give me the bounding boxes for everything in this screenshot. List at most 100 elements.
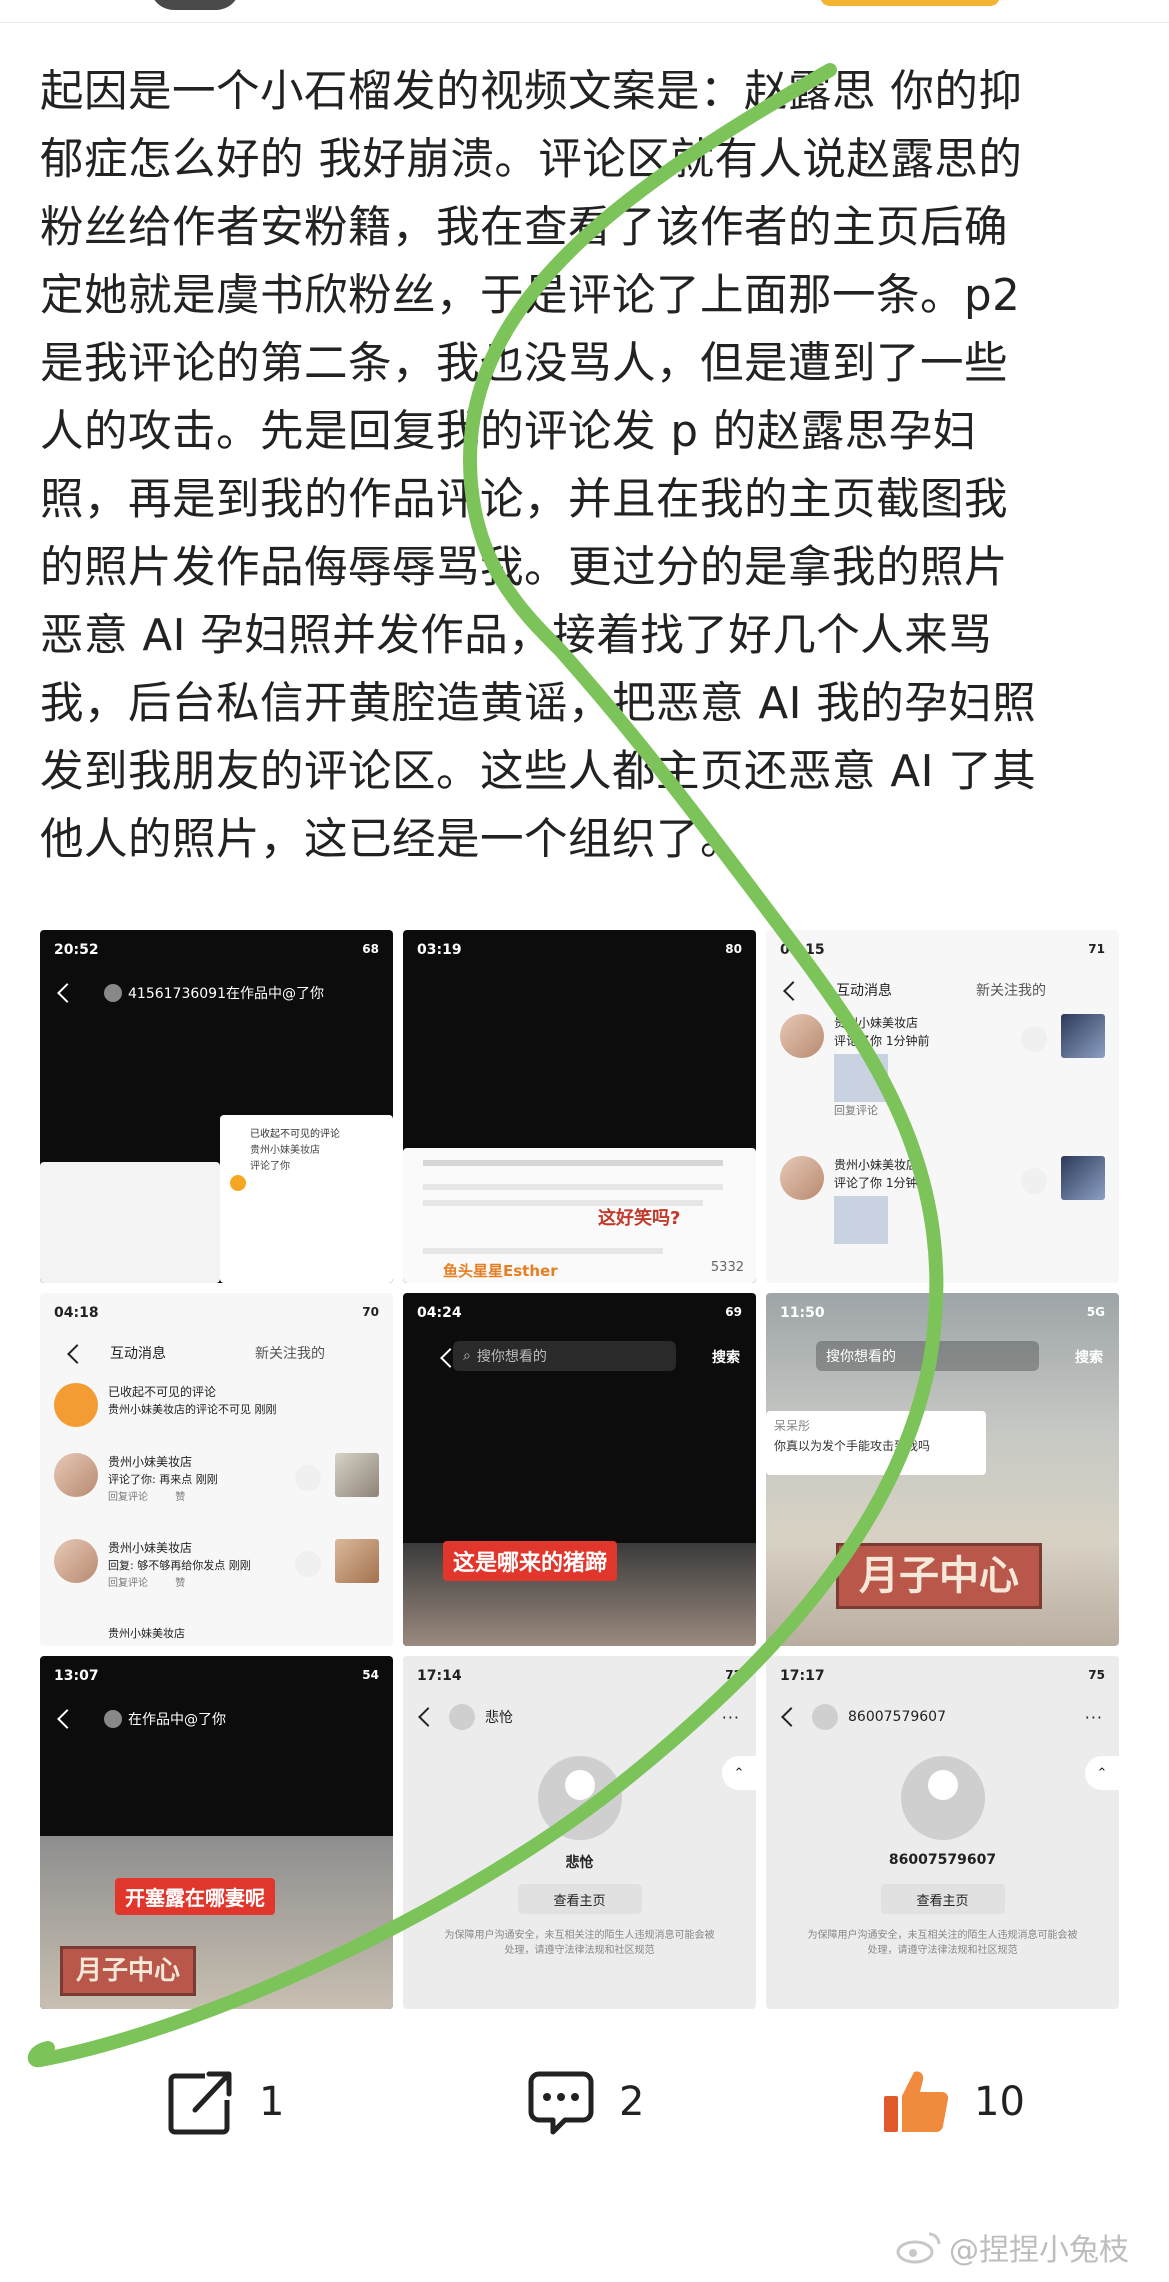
list-item[interactable]: 贵州小妹美妆店 回复: 够不够再给你发点 刚刚 回复评论 赞 (54, 1539, 379, 1609)
collapse-icon[interactable]: ⌃ (722, 1756, 756, 1790)
tab-interactions[interactable]: 互动消息 (110, 1343, 166, 1363)
action-bar: 1 2 10 (0, 2012, 1169, 2162)
safety-note: 为保障用户沟通安全，未互相关注的陌生人违规消息可能会被处理，请遵守法律法规和社区… (444, 1930, 715, 1956)
follow-button[interactable] (820, 0, 1000, 6)
status-battery: 71 (1088, 942, 1105, 956)
video-thumbnail[interactable] (1061, 1156, 1105, 1200)
reply-button[interactable]: 回复评论 (834, 1102, 1035, 1120)
share-button[interactable]: 1 (165, 2067, 284, 2137)
search-icon: ⌕ (463, 1348, 471, 1364)
list-item[interactable]: 贵州小妹美妆店 评论了你 1分钟前 (780, 1156, 1105, 1266)
image-7[interactable]: 13:07 54 在作品中@了你 开塞露在哪妻呢 月子中心 (40, 1656, 393, 2009)
chat-header: 悲怆 (417, 1702, 742, 1732)
status-battery: 75 (1088, 1668, 1105, 1682)
send-icon[interactable] (1021, 1026, 1047, 1052)
comment-image (834, 1196, 888, 1244)
like-button[interactable]: 赞 (175, 1578, 185, 1589)
image-4[interactable]: 04:18 70 互动消息 新关注我的 已收起不可见的评论 贵州小妹美妆店的评论… (40, 1293, 393, 1646)
tab-interactions[interactable]: 互动消息 (836, 980, 892, 1000)
image-8[interactable]: 17:14 72 悲怆 ··· ⌃ 悲怆 查看主页 为保障用户沟通安全，未互相关… (403, 1656, 756, 2009)
commenter-name: 贵州小妹美妆店 (108, 1455, 193, 1469)
status-bar: 17:17 75 (780, 1668, 1105, 1684)
like-count: 5332 (710, 1260, 744, 1275)
status-time: 13:07 (54, 1668, 99, 1684)
comment-body: 评论了你 1分钟前 (834, 1034, 930, 1048)
commenter-name: 贵州小妹美妆店 (834, 1158, 919, 1172)
view-profile-button[interactable]: 查看主页 (880, 1884, 1005, 1914)
sign-text: 月子中心 (836, 1543, 1042, 1609)
avatar (900, 1756, 985, 1840)
video-thumbnail[interactable] (335, 1453, 379, 1497)
more-icon[interactable]: ··· (1085, 1708, 1103, 1727)
video-thumbnail[interactable] (335, 1539, 379, 1583)
search-button[interactable]: 搜索 (1075, 1347, 1103, 1367)
avatar (780, 1014, 824, 1058)
image-1[interactable]: 20:52 68 41561736091在作品中@了你 已收起不可见的评论 贵州… (40, 930, 393, 1283)
folded-title: 已收起不可见的评论 (108, 1385, 217, 1399)
status-battery: 80 (725, 942, 742, 956)
back-icon[interactable] (67, 1344, 87, 1364)
list-item[interactable]: 贵州小妹美妆店 评论了你 1分钟前 回复评论 (780, 1014, 1105, 1134)
like-button[interactable]: 10 (880, 2067, 1025, 2137)
video-thumbnail[interactable] (1061, 1014, 1105, 1058)
send-icon[interactable] (295, 1551, 321, 1577)
share-icon (168, 2071, 232, 2135)
avatar (812, 1704, 838, 1730)
send-icon[interactable] (295, 1465, 321, 1491)
notification-card: 已收起不可见的评论 贵州小妹美妆店 评论了你 (220, 1115, 393, 1283)
reply-button[interactable]: 回复评论 (108, 1492, 148, 1503)
watermark-text: @捏捏小兔枝 (949, 2233, 1129, 2268)
back-icon[interactable] (783, 981, 803, 1001)
post-line: 定她就是虞书欣粉丝，于是评论了上面那一条。p2 (40, 271, 1021, 321)
tab-new-followers[interactable]: 新关注我的 (976, 980, 1046, 1000)
status-time: 03:19 (417, 942, 462, 958)
article-card: 这好笑吗? 鱼头星星Esther 5332 (403, 1148, 756, 1283)
avatar[interactable] (150, 0, 240, 10)
status-bar: 04:15 71 (780, 942, 1105, 958)
back-icon[interactable] (418, 1707, 438, 1727)
search-input[interactable]: 搜你想看的 (816, 1341, 1039, 1371)
view-profile-button[interactable]: 查看主页 (517, 1884, 642, 1914)
status-time: 04:24 (417, 1305, 462, 1321)
comment-icon (528, 2071, 594, 2135)
status-bar: 04:18 70 (54, 1305, 379, 1321)
avatar (537, 1756, 622, 1840)
share-count: 1 (259, 2079, 285, 2125)
like-button[interactable]: 赞 (175, 1492, 185, 1503)
back-icon[interactable] (57, 983, 77, 1003)
more-icon[interactable]: ··· (722, 1708, 740, 1727)
search-input[interactable]: ⌕ 搜你想看的 (453, 1341, 676, 1371)
image-3[interactable]: 04:15 71 互动消息 新关注我的 贵州小妹美妆店 评论了你 1分钟前 回复… (766, 930, 1119, 1283)
image-2[interactable]: 03:19 80 这好笑吗? 鱼头星星Esther 5332 (403, 930, 756, 1283)
status-bar: 20:52 68 (54, 942, 379, 958)
back-icon[interactable] (57, 1709, 77, 1729)
tab-new-followers[interactable]: 新关注我的 (255, 1343, 325, 1363)
status-battery: 72 (725, 1668, 742, 1682)
back-icon[interactable] (781, 1707, 801, 1727)
comment-button[interactable]: 2 (525, 2067, 644, 2137)
image-9[interactable]: 17:17 75 86007579607 ··· ⌃ 86007579607 查… (766, 1656, 1119, 2009)
reply-button[interactable]: 回复评论 (108, 1578, 148, 1589)
sign-text: 月子中心 (60, 1946, 196, 1996)
screen-header: 41561736091在作品中@了你 (40, 976, 393, 1010)
post-line: 他人的照片，这已经是一个组织了。 (40, 815, 744, 865)
collapse-icon[interactable]: ⌃ (1085, 1756, 1119, 1790)
text-line (423, 1160, 723, 1166)
image-6[interactable]: 11:50 5G 搜你想看的 搜索 呆呆彤 你真以为发个手能攻击到我吗 月子中心 (766, 1293, 1119, 1646)
author-name: 鱼头星星Esther (443, 1262, 558, 1280)
profile-name: 悲怆 (565, 1855, 594, 1871)
comment-text: 已收起不可见的评论 贵州小妹美妆店的评论不可见 刚刚 (108, 1383, 369, 1419)
send-icon[interactable] (1021, 1168, 1047, 1194)
list-item[interactable]: 贵州小妹美妆店 评论了你: 再来点 刚刚 回复评论 赞 (54, 1453, 379, 1523)
commenter-name: 呆呆彤 (774, 1419, 811, 1433)
status-bar: 03:19 80 (417, 942, 742, 958)
post-line: 照，再是到我的作品评论，并且在我的主页截图我 (40, 475, 1008, 525)
list-item[interactable]: 已收起不可见的评论 贵州小妹美妆店的评论不可见 刚刚 (54, 1383, 379, 1439)
search-button[interactable]: 搜索 (712, 1347, 740, 1367)
status-time: 17:14 (417, 1668, 462, 1684)
comment-text: 贵州小妹美妆店 评论了你 1分钟前 回复评论 (834, 1014, 1035, 1120)
chat-name: 悲怆 (485, 1710, 513, 1726)
post-body: 起因是一个小石榴发的视频文案是：赵露思 你的抑 郁症怎么好的 我好崩溃。评论区就… (40, 58, 1130, 874)
image-5[interactable]: 04:24 69 ⌕ 搜你想看的 搜索 这是哪来的猪蹄 (403, 1293, 756, 1646)
status-battery: 54 (362, 1668, 379, 1682)
